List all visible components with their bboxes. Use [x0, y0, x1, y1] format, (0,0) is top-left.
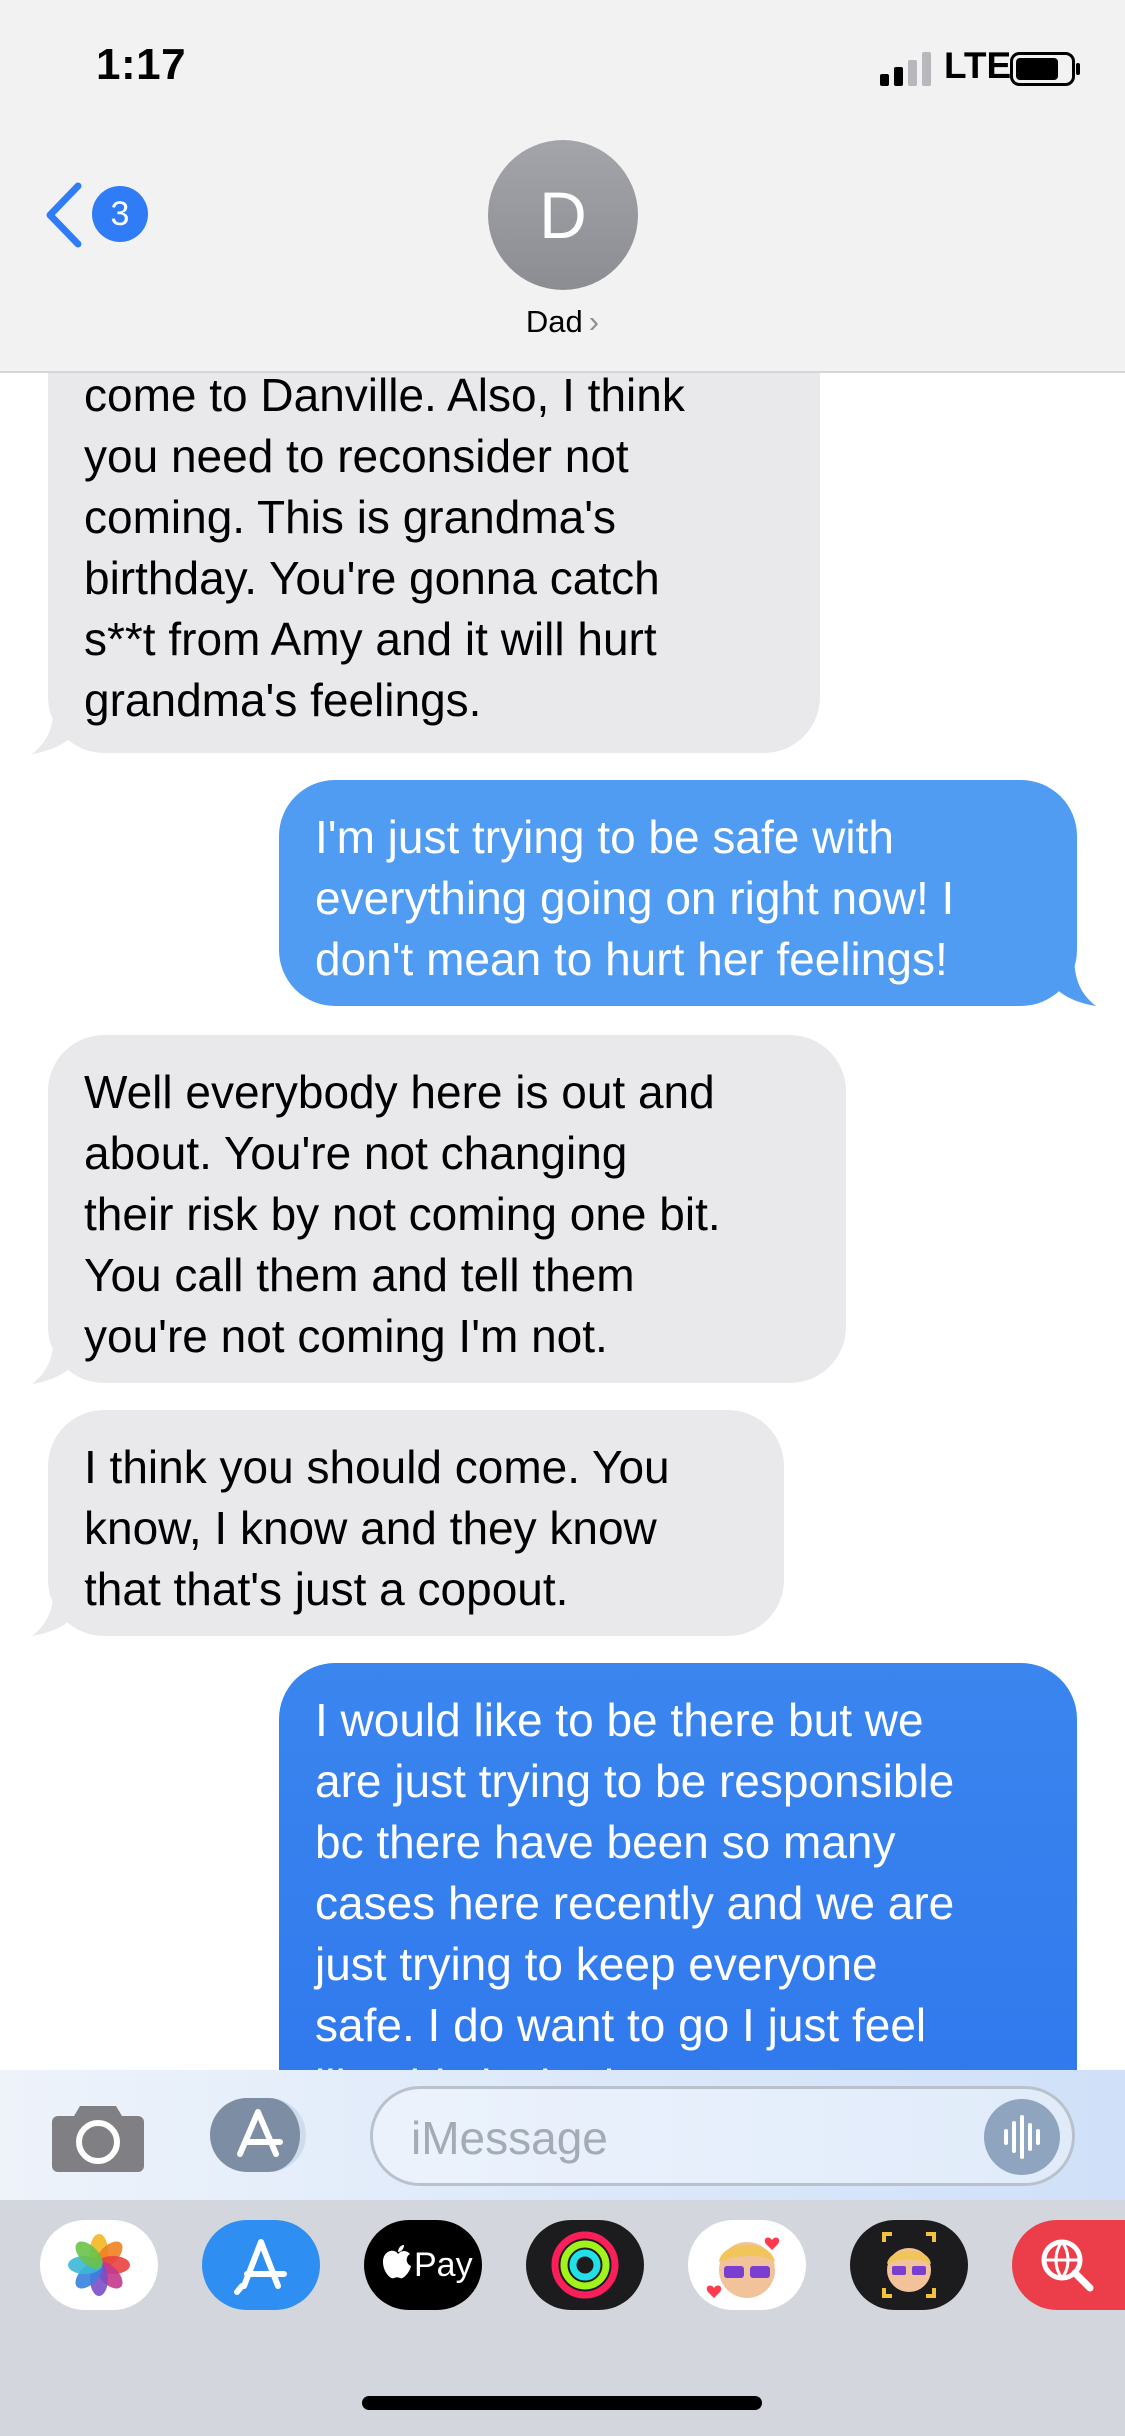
app-store-button[interactable]: [210, 2098, 306, 2172]
web-search-app-button[interactable]: [1012, 2220, 1125, 2310]
photos-icon: [68, 2234, 130, 2296]
waveform-icon: [1004, 2115, 1040, 2159]
message-bubble-outgoing[interactable]: I'm just trying to be safe with everythi…: [279, 780, 1077, 1006]
message-placeholder: iMessage: [411, 2112, 608, 2164]
apple-pay-app-button[interactable]: Pay: [364, 2220, 482, 2310]
animoji-app-button[interactable]: [850, 2220, 968, 2310]
app-store-app-button[interactable]: [202, 2220, 320, 2310]
contact-name-label: Dad: [525, 304, 583, 339]
network-type: LTE: [944, 45, 1012, 86]
web-search-icon: [1041, 2239, 1094, 2292]
app-store-icon: [234, 2239, 287, 2295]
apple-pay-icon: [383, 2245, 411, 2279]
contact-name[interactable]: Dad ›: [0, 304, 1125, 340]
message-input-bar: iMessage: [0, 2070, 1125, 2200]
photos-app-button[interactable]: [40, 2220, 158, 2310]
message-bubble-incoming[interactable]: Well everybody here is out and about. Yo…: [48, 1035, 846, 1383]
message-input[interactable]: iMessage: [370, 2086, 1075, 2186]
contact-avatar[interactable]: D: [488, 140, 638, 290]
bubble-tail: [32, 700, 86, 754]
chevron-left-icon: [46, 182, 82, 248]
animoji-icon: [882, 2232, 936, 2298]
activity-app-button[interactable]: [526, 2220, 644, 2310]
activity-icon: [551, 2231, 619, 2299]
memoji-icon: [706, 2237, 780, 2298]
bubble-tail: [32, 1330, 86, 1384]
app-store-icon: [237, 2109, 283, 2157]
battery-icon: [1010, 52, 1080, 86]
conversation-header: 1:17 LTE 3 D Dad ›: [0, 0, 1125, 373]
camera-icon[interactable]: [50, 2100, 146, 2174]
audio-message-button[interactable]: [984, 2099, 1060, 2175]
bubble-tail: [1042, 952, 1096, 1006]
home-indicator[interactable]: [362, 2396, 762, 2410]
unread-count-badge: 3: [92, 186, 148, 242]
chevron-right-icon: ›: [588, 304, 600, 339]
bubble-tail: [32, 1582, 86, 1636]
cellular-signal-icon: [880, 52, 931, 86]
memoji-app-button[interactable]: [688, 2220, 806, 2310]
status-time: 1:17: [96, 40, 187, 89]
message-bubble-outgoing[interactable]: I would like to be there but we are just…: [279, 1663, 1077, 2070]
message-bubble-incoming[interactable]: I think you should come. You know, I kno…: [48, 1410, 784, 1636]
back-button[interactable]: 3: [44, 180, 154, 250]
apple-pay-label: Pay: [414, 2246, 473, 2284]
